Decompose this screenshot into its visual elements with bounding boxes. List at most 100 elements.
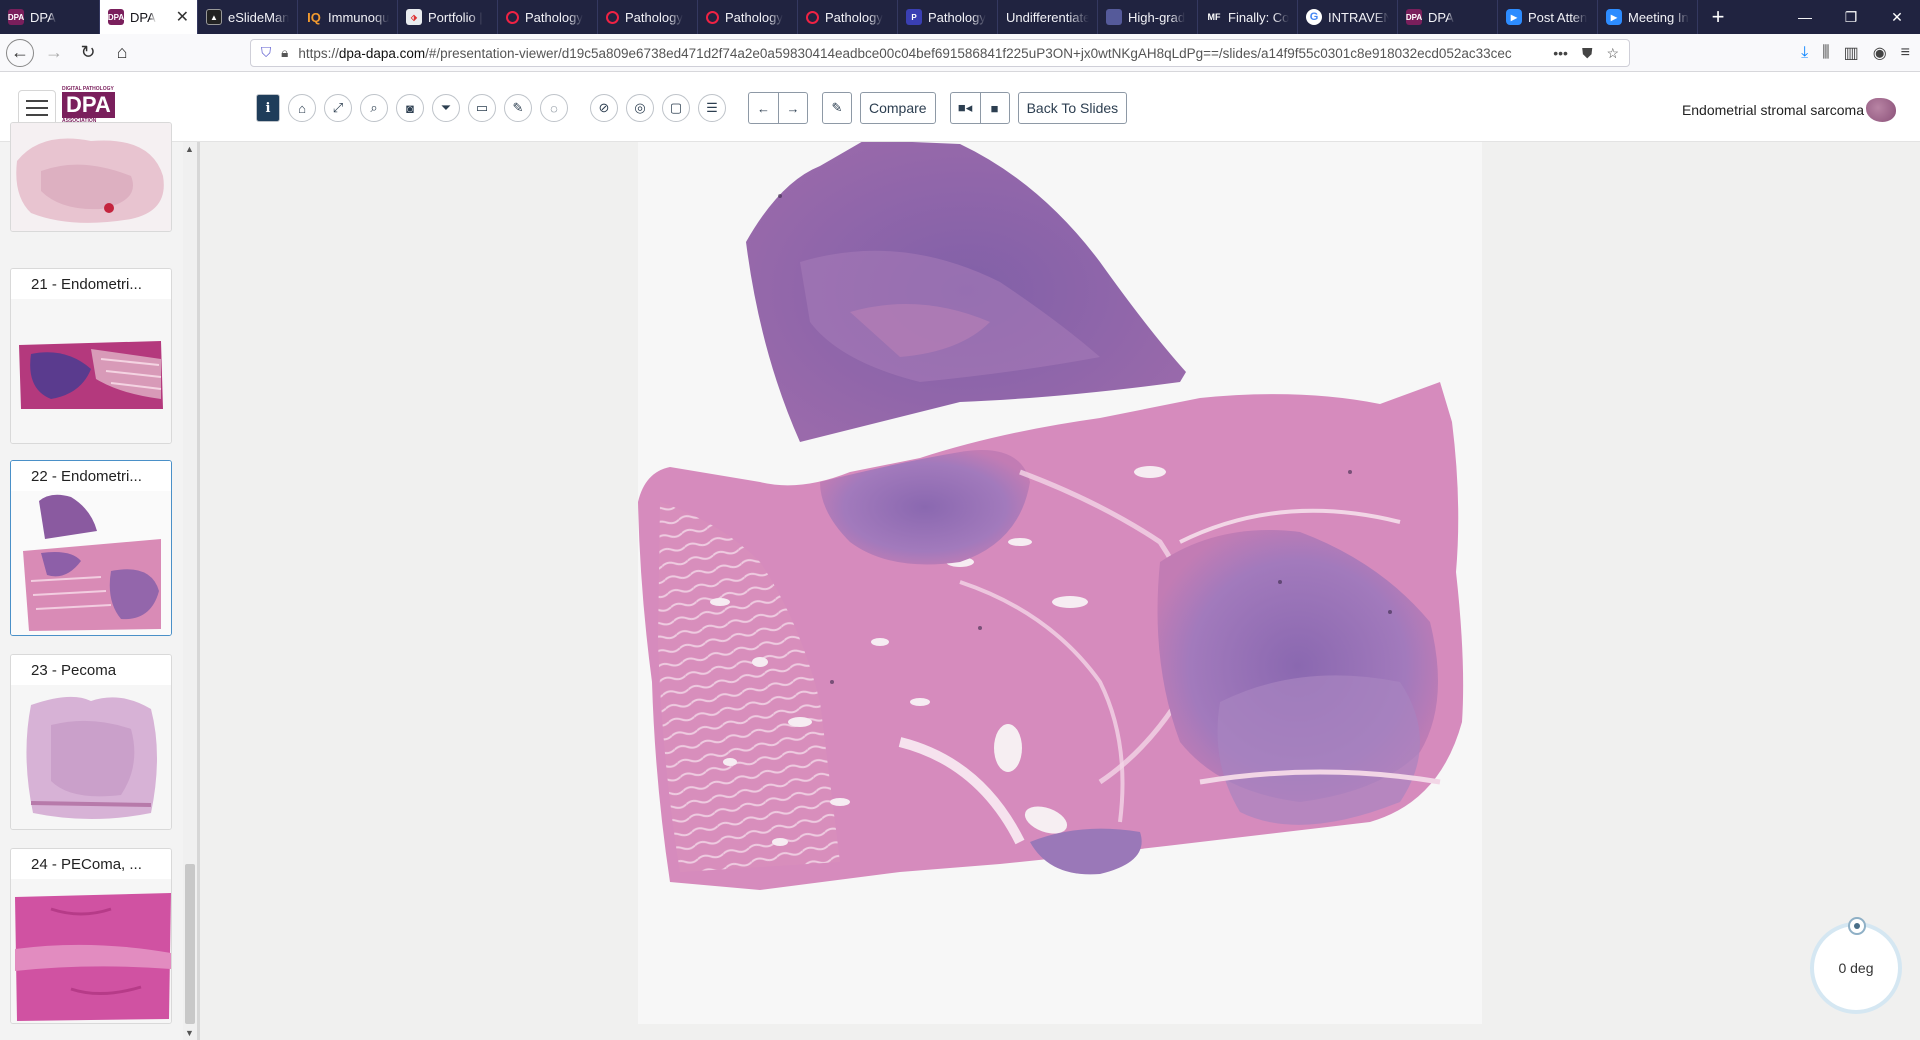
lock-icon[interactable]: 🔒︎ xyxy=(281,45,288,61)
slide-card[interactable]: 24 - PEComa, ... xyxy=(10,848,172,1024)
slide-card[interactable] xyxy=(10,122,172,232)
portfolio-favicon-icon: ⬗ xyxy=(406,9,422,25)
rotation-label: 0 deg xyxy=(1838,960,1874,976)
target-button[interactable]: ◎ xyxy=(626,94,654,122)
browser-tab-active[interactable]: DPA DPA ✕ xyxy=(100,0,198,34)
scroll-up-icon[interactable]: ▲ xyxy=(185,144,194,154)
menu-icon[interactable]: ≡ xyxy=(1901,44,1910,62)
attach-button[interactable]: ✎ xyxy=(822,92,852,124)
back-arrow-icon[interactable]: ← xyxy=(6,38,34,67)
stop-button[interactable]: ■ xyxy=(979,92,1010,124)
previous-slide-button[interactable]: ← xyxy=(748,92,778,124)
fullscreen-button[interactable]: ⤢ xyxy=(324,94,352,122)
shield-icon[interactable]: ⛉ xyxy=(261,45,271,61)
next-slide-button[interactable]: → xyxy=(778,92,808,124)
slide-card[interactable]: 21 - Endometri... xyxy=(10,268,172,444)
pocket-icon[interactable]: ⛊ xyxy=(1582,45,1593,62)
scroll-down-icon[interactable]: ▼ xyxy=(185,1028,194,1038)
slide-title-thumbnail[interactable] xyxy=(1866,98,1896,122)
eslide-favicon-icon: ▲ xyxy=(206,9,222,25)
url-bar[interactable]: ⛉ 🔒︎ https://dpa-dapa.com/#/presentation… xyxy=(250,39,1630,67)
browser-tab[interactable]: Pathology xyxy=(598,0,698,34)
browser-tab[interactable]: ▶ Meeting In xyxy=(1598,0,1698,34)
browser-tab[interactable]: P Pathology xyxy=(898,0,998,34)
new-tab-button[interactable]: + xyxy=(1698,0,1738,34)
pathology-alt-favicon-icon: P xyxy=(906,9,922,25)
list-button[interactable]: ☰ xyxy=(698,94,726,122)
slide-list-sidebar: 21 - Endometri... 22 - Endometri... 23 -… xyxy=(0,122,200,1040)
mf-favicon-icon: MF xyxy=(1207,12,1221,22)
browser-tab[interactable]: IQ Immunoqu xyxy=(298,0,398,34)
browser-tab[interactable]: MF Finally: Co xyxy=(1198,0,1298,34)
home-icon[interactable]: ⌂ xyxy=(108,39,136,67)
logo-text: DPA xyxy=(62,92,115,118)
url-text[interactable]: https://dpa-dapa.com/#/presentation-view… xyxy=(298,46,1553,61)
url-host: dpa-dapa.com xyxy=(338,45,426,61)
bookmark-star-icon[interactable]: ☆ xyxy=(1606,45,1619,62)
slide-card[interactable]: 23 - Pecoma xyxy=(10,654,172,830)
tab-label: Pathology xyxy=(725,9,783,25)
browser-tab[interactable]: G INTRAVEN xyxy=(1298,0,1398,34)
zoom-button[interactable]: ⌕ xyxy=(360,94,388,122)
sidebar-toggle-icon[interactable]: ▥ xyxy=(1844,43,1859,63)
slide-thumbnail xyxy=(11,879,171,1023)
window-controls: — ❐ ✕ xyxy=(1782,0,1920,34)
slide-thumbnail xyxy=(11,685,171,829)
info-button[interactable]: i xyxy=(256,94,280,122)
slide-card-selected[interactable]: 22 - Endometri... xyxy=(10,460,172,636)
viewer-toolbar: i ⌂ ⤢ ⌕ ◙ ⏷ ▭ ✎ ◌ ⊘ ◎ ▢ ☰ ← → ✎ Compare … xyxy=(256,92,1135,124)
back-to-slides-button[interactable]: Back To Slides xyxy=(1017,92,1128,124)
browser-tab[interactable]: High-grad xyxy=(1098,0,1198,34)
browser-tab[interactable]: DPA DPA xyxy=(0,0,100,34)
url-path: /#/presentation-viewer/d19c5a809e6738ed4… xyxy=(425,45,1512,61)
library-icon[interactable]: ⫼ xyxy=(1822,44,1829,62)
app-header: DIGITAL PATHOLOGY DPA ASSOCIATION i ⌂ ⤢ … xyxy=(0,72,1920,142)
browser-tab[interactable]: ⬗ Portfolio | xyxy=(398,0,498,34)
browser-tab[interactable]: Pathology xyxy=(798,0,898,34)
dpa-favicon-icon: DPA xyxy=(1406,9,1422,25)
record-video-button[interactable]: ■◂ xyxy=(949,92,980,124)
pathology-favicon-icon xyxy=(706,10,719,24)
browser-tab[interactable]: ▶ Post Atten xyxy=(1498,0,1598,34)
rectangle-button[interactable]: ▢ xyxy=(662,94,690,122)
scrollbar-thumb[interactable] xyxy=(185,864,195,1024)
pencil-button[interactable]: ✎ xyxy=(504,94,532,122)
close-window-icon[interactable]: ✕ xyxy=(1874,0,1920,34)
filter-button[interactable]: ⏷ xyxy=(432,94,460,122)
rotation-handle-icon[interactable] xyxy=(1848,917,1866,935)
minimize-icon[interactable]: — xyxy=(1782,0,1828,34)
more-actions-icon[interactable]: ••• xyxy=(1553,45,1568,62)
browser-tab[interactable]: DPA DPA xyxy=(1398,0,1498,34)
home-view-button[interactable]: ⌂ xyxy=(288,94,316,122)
browser-tab[interactable]: ▲ eSlideMan xyxy=(198,0,298,34)
tab-label: Pathology xyxy=(825,9,883,25)
hamburger-menu-button[interactable] xyxy=(18,90,56,126)
tissue-section-image[interactable] xyxy=(200,142,1920,1040)
slide-viewer-canvas[interactable]: 0 deg xyxy=(200,142,1920,1040)
close-tab-icon[interactable]: ✕ xyxy=(176,7,189,27)
download-icon[interactable]: ⤓ xyxy=(1801,44,1808,62)
sidebar-scrollbar[interactable]: ▲ ▼ xyxy=(183,142,197,1040)
camera-button[interactable]: ◙ xyxy=(396,94,424,122)
google-favicon-icon: G xyxy=(1306,9,1322,25)
account-icon[interactable]: ◉ xyxy=(1873,43,1887,63)
pathology-favicon-icon xyxy=(506,10,519,24)
browser-tab[interactable]: Pathology xyxy=(698,0,798,34)
rotation-dial[interactable]: 0 deg xyxy=(1810,917,1902,1014)
present-button[interactable]: ▭ xyxy=(468,94,496,122)
tab-label: Post Atten xyxy=(1528,9,1588,25)
forward-arrow-icon[interactable]: → xyxy=(40,39,68,67)
restore-icon[interactable]: ❐ xyxy=(1828,0,1874,34)
browser-nav-bar: ← → ↻ ⌂ ⛉ 🔒︎ https://dpa-dapa.com/#/pres… xyxy=(0,34,1920,72)
tab-label: DPA xyxy=(130,9,156,25)
compare-button[interactable]: Compare xyxy=(860,92,936,124)
document-favicon-icon xyxy=(1106,9,1122,25)
browser-tab[interactable]: Undifferentiate xyxy=(998,0,1098,34)
reload-icon[interactable]: ↻ xyxy=(74,39,102,67)
browser-tab[interactable]: Pathology xyxy=(498,0,598,34)
draw-circle-button[interactable]: ⊘ xyxy=(590,94,618,122)
slide-card-label: 22 - Endometri... xyxy=(11,461,171,493)
url-scheme: https:// xyxy=(298,45,339,61)
iq-favicon-icon: IQ xyxy=(307,9,321,25)
lasso-button[interactable]: ◌ xyxy=(540,94,568,122)
